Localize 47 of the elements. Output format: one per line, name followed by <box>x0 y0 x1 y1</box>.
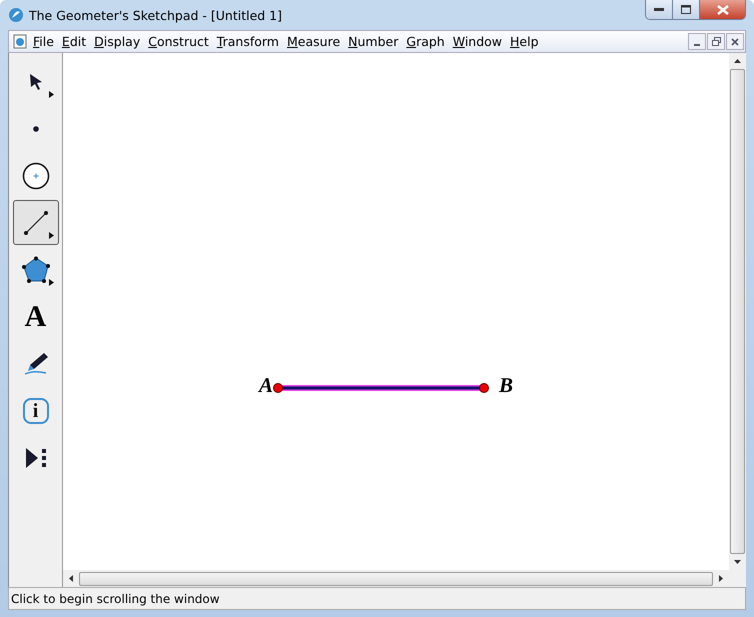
minimize-icon <box>694 44 700 46</box>
point-label: B <box>499 375 514 396</box>
close-icon <box>716 4 728 14</box>
close-button[interactable] <box>726 33 744 50</box>
restore-icon <box>712 37 720 46</box>
menu-item[interactable]: Number <box>348 34 406 49</box>
maximize-button[interactable] <box>673 0 700 19</box>
menu-item[interactable]: Edit <box>62 34 94 49</box>
menu-item[interactable]: File <box>33 34 61 49</box>
menu-item[interactable]: Help <box>510 34 546 49</box>
window-title: The Geometer's Sketchpad - [Untitled 1] <box>29 8 282 22</box>
point[interactable] <box>273 383 283 393</box>
scroll-right-icon[interactable] <box>719 575 723 582</box>
scroll-down-icon[interactable] <box>734 560 741 564</box>
minimize-button[interactable] <box>688 33 706 50</box>
menu-item[interactable]: Display <box>94 34 148 49</box>
menu-item[interactable]: Window <box>452 34 510 49</box>
menu-item[interactable]: Transform <box>216 34 286 49</box>
circle-icon <box>22 162 50 190</box>
sketch-canvas[interactable]: A B <box>63 53 729 570</box>
arrow-pointer-icon <box>28 72 44 90</box>
menu-item[interactable]: Graph <box>406 34 452 49</box>
pentagon-icon <box>20 256 50 284</box>
point-label: A <box>259 375 274 396</box>
restore-button[interactable] <box>707 33 725 50</box>
document-icon <box>13 34 27 49</box>
straightedge-tool[interactable] <box>12 200 58 245</box>
menu-item[interactable]: Construct <box>148 34 216 49</box>
close-button[interactable] <box>700 0 745 19</box>
minimize-button[interactable] <box>646 0 673 19</box>
submenu-arrow-icon <box>48 91 54 98</box>
submenu-arrow-icon <box>48 232 54 239</box>
info-tool[interactable]: i <box>12 388 58 433</box>
app-icon <box>8 7 24 23</box>
dot-icon <box>32 126 38 132</box>
submenu-arrow-icon <box>48 279 54 286</box>
close-icon <box>731 38 739 46</box>
maximize-icon <box>681 5 691 14</box>
play-dots-icon <box>24 446 48 470</box>
line-segment-icon <box>22 210 48 236</box>
point[interactable] <box>479 383 489 393</box>
scroll-up-icon[interactable] <box>734 59 741 63</box>
status-text: Click to begin scrolling the window <box>11 592 220 606</box>
text-tool[interactable]: A <box>12 294 58 339</box>
scroll-left-icon[interactable] <box>69 575 73 582</box>
menu-item[interactable]: Measure <box>287 34 348 49</box>
minimize-icon <box>654 8 664 12</box>
